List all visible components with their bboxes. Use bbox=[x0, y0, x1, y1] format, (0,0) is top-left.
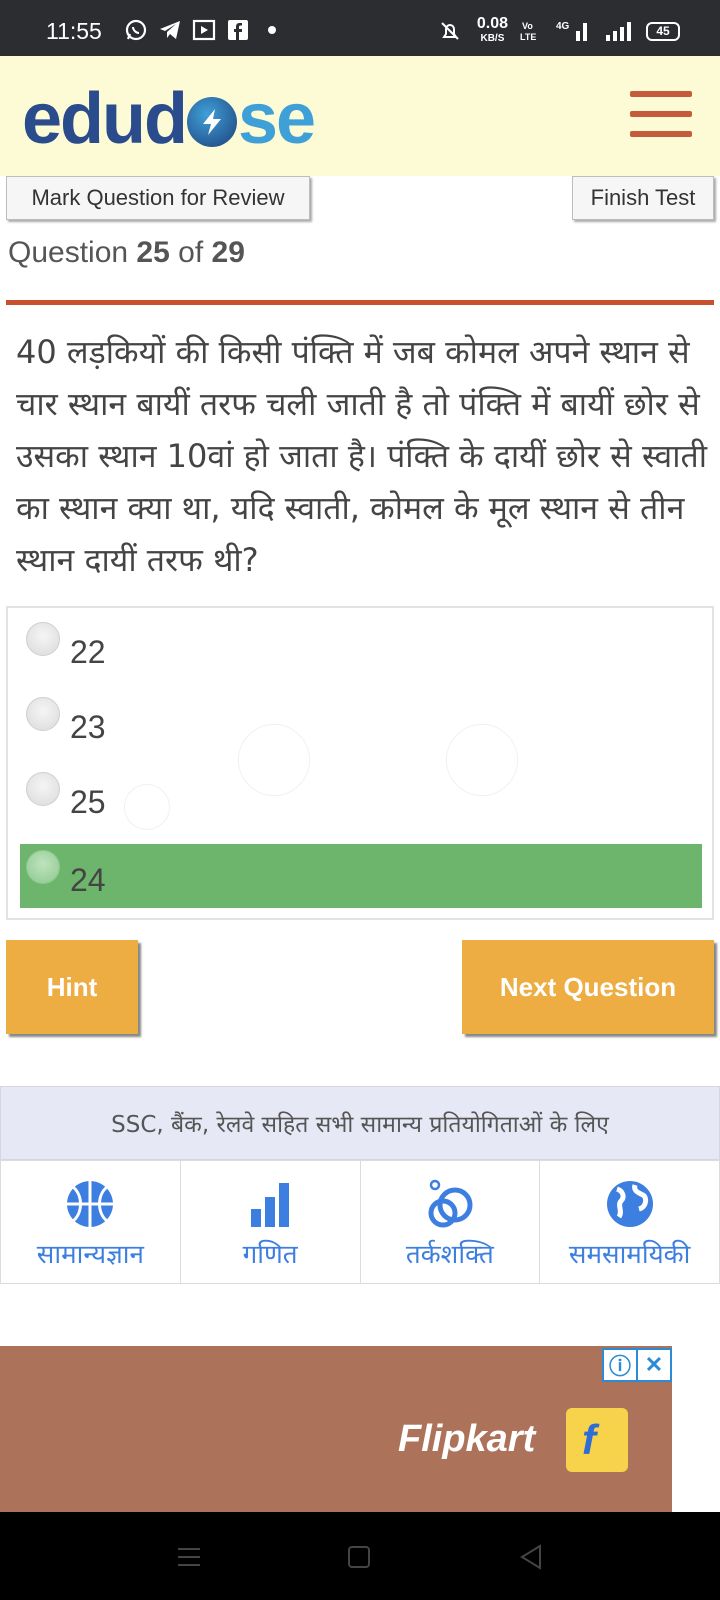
category-reasoning[interactable]: तर्कशक्ति bbox=[361, 1161, 541, 1283]
option-label: 25 bbox=[70, 784, 106, 820]
bar-chart-icon bbox=[251, 1183, 290, 1227]
status-bar: 11:55 0.08 KB/S Vo LTE 4G 45 bbox=[0, 0, 720, 56]
hint-button[interactable]: Hint bbox=[6, 940, 138, 1034]
category-general-knowledge[interactable]: सामान्यज्ञान bbox=[1, 1161, 181, 1283]
mute-icon bbox=[441, 22, 459, 40]
system-nav-bar bbox=[0, 1512, 720, 1600]
next-question-button[interactable]: Next Question bbox=[462, 940, 714, 1034]
volte-icon: VoLTE bbox=[520, 21, 536, 42]
site-header: edud se bbox=[0, 56, 720, 176]
dot-icon bbox=[268, 26, 276, 34]
notification-icons bbox=[124, 18, 284, 42]
category-banner: SSC, बैंक, रेलवे सहित सभी सामान्य प्रतिय… bbox=[0, 1086, 720, 1160]
category-grid: सामान्यज्ञान गणित तर्कशक्ति समसामयिकी bbox=[0, 1160, 720, 1284]
category-maths[interactable]: गणित bbox=[181, 1161, 361, 1283]
option-4-selected[interactable]: 24 bbox=[20, 844, 702, 908]
status-time: 11:55 bbox=[46, 18, 102, 44]
hamburger-icon[interactable] bbox=[630, 91, 692, 139]
battery-icon: 45 bbox=[646, 21, 680, 41]
whatsapp-icon bbox=[125, 19, 147, 41]
option-2[interactable]: 23 bbox=[20, 691, 702, 755]
options-panel: 22 23 25 24 bbox=[6, 606, 714, 920]
category-label: गणित bbox=[242, 1240, 298, 1270]
option-1[interactable]: 22 bbox=[20, 616, 702, 680]
home-nav-icon[interactable] bbox=[342, 1540, 376, 1574]
youtube-icon bbox=[192, 19, 216, 41]
question-counter: Question 25 of 29 bbox=[8, 236, 245, 269]
option-label: 23 bbox=[70, 709, 106, 745]
current-question-number: 25 bbox=[136, 236, 170, 269]
logo-bolt-icon bbox=[186, 97, 237, 147]
svg-text:LTE: LTE bbox=[520, 32, 536, 42]
close-icon[interactable]: ✕ bbox=[636, 1348, 672, 1382]
svg-text:4G: 4G bbox=[556, 21, 570, 32]
basketball-icon bbox=[67, 1181, 114, 1227]
info-icon[interactable]: ⓘ bbox=[602, 1348, 636, 1382]
radio-button[interactable] bbox=[26, 772, 60, 806]
radio-button[interactable] bbox=[26, 850, 60, 884]
back-nav-icon[interactable] bbox=[514, 1540, 548, 1574]
option-label: 22 bbox=[70, 634, 106, 670]
rings-icon bbox=[428, 1179, 473, 1228]
ad-brand-name[interactable]: Flipkart bbox=[398, 1418, 535, 1461]
finish-test-button[interactable]: Finish Test bbox=[572, 176, 714, 220]
menu-nav-icon[interactable] bbox=[172, 1540, 206, 1574]
radio-button[interactable] bbox=[26, 697, 60, 731]
option-label: 24 bbox=[70, 862, 106, 898]
question-text: 40 लड़कियों की किसी पंक्ति में जब कोमल अ… bbox=[16, 333, 708, 579]
divider bbox=[6, 300, 714, 305]
category-current-affairs[interactable]: समसामयिकी bbox=[540, 1161, 719, 1283]
system-indicators: 0.08 KB/S Vo LTE 4G 45 bbox=[435, 15, 680, 45]
network-speed: 0.08 KB/S bbox=[476, 15, 508, 45]
radio-button[interactable] bbox=[26, 622, 60, 656]
category-label: सामान्यज्ञान bbox=[36, 1240, 144, 1270]
signal-4g-icon: 4G bbox=[556, 21, 587, 41]
svg-text:Vo: Vo bbox=[522, 21, 533, 31]
category-label: समसामयिकी bbox=[568, 1240, 691, 1270]
total-questions: 29 bbox=[211, 236, 245, 269]
mark-review-button[interactable]: Mark Question for Review bbox=[6, 176, 310, 220]
globe-icon bbox=[606, 1181, 653, 1227]
telegram-icon bbox=[160, 21, 180, 39]
edudose-logo[interactable]: edud se bbox=[22, 78, 316, 160]
signal-bars-icon bbox=[606, 22, 631, 41]
category-label: तर्कशक्ति bbox=[405, 1240, 494, 1270]
flipkart-bag-icon[interactable]: f bbox=[566, 1408, 628, 1472]
facebook-icon bbox=[228, 20, 248, 40]
ad-controls: ⓘ ✕ bbox=[602, 1348, 672, 1382]
option-3[interactable]: 25 bbox=[20, 766, 702, 830]
